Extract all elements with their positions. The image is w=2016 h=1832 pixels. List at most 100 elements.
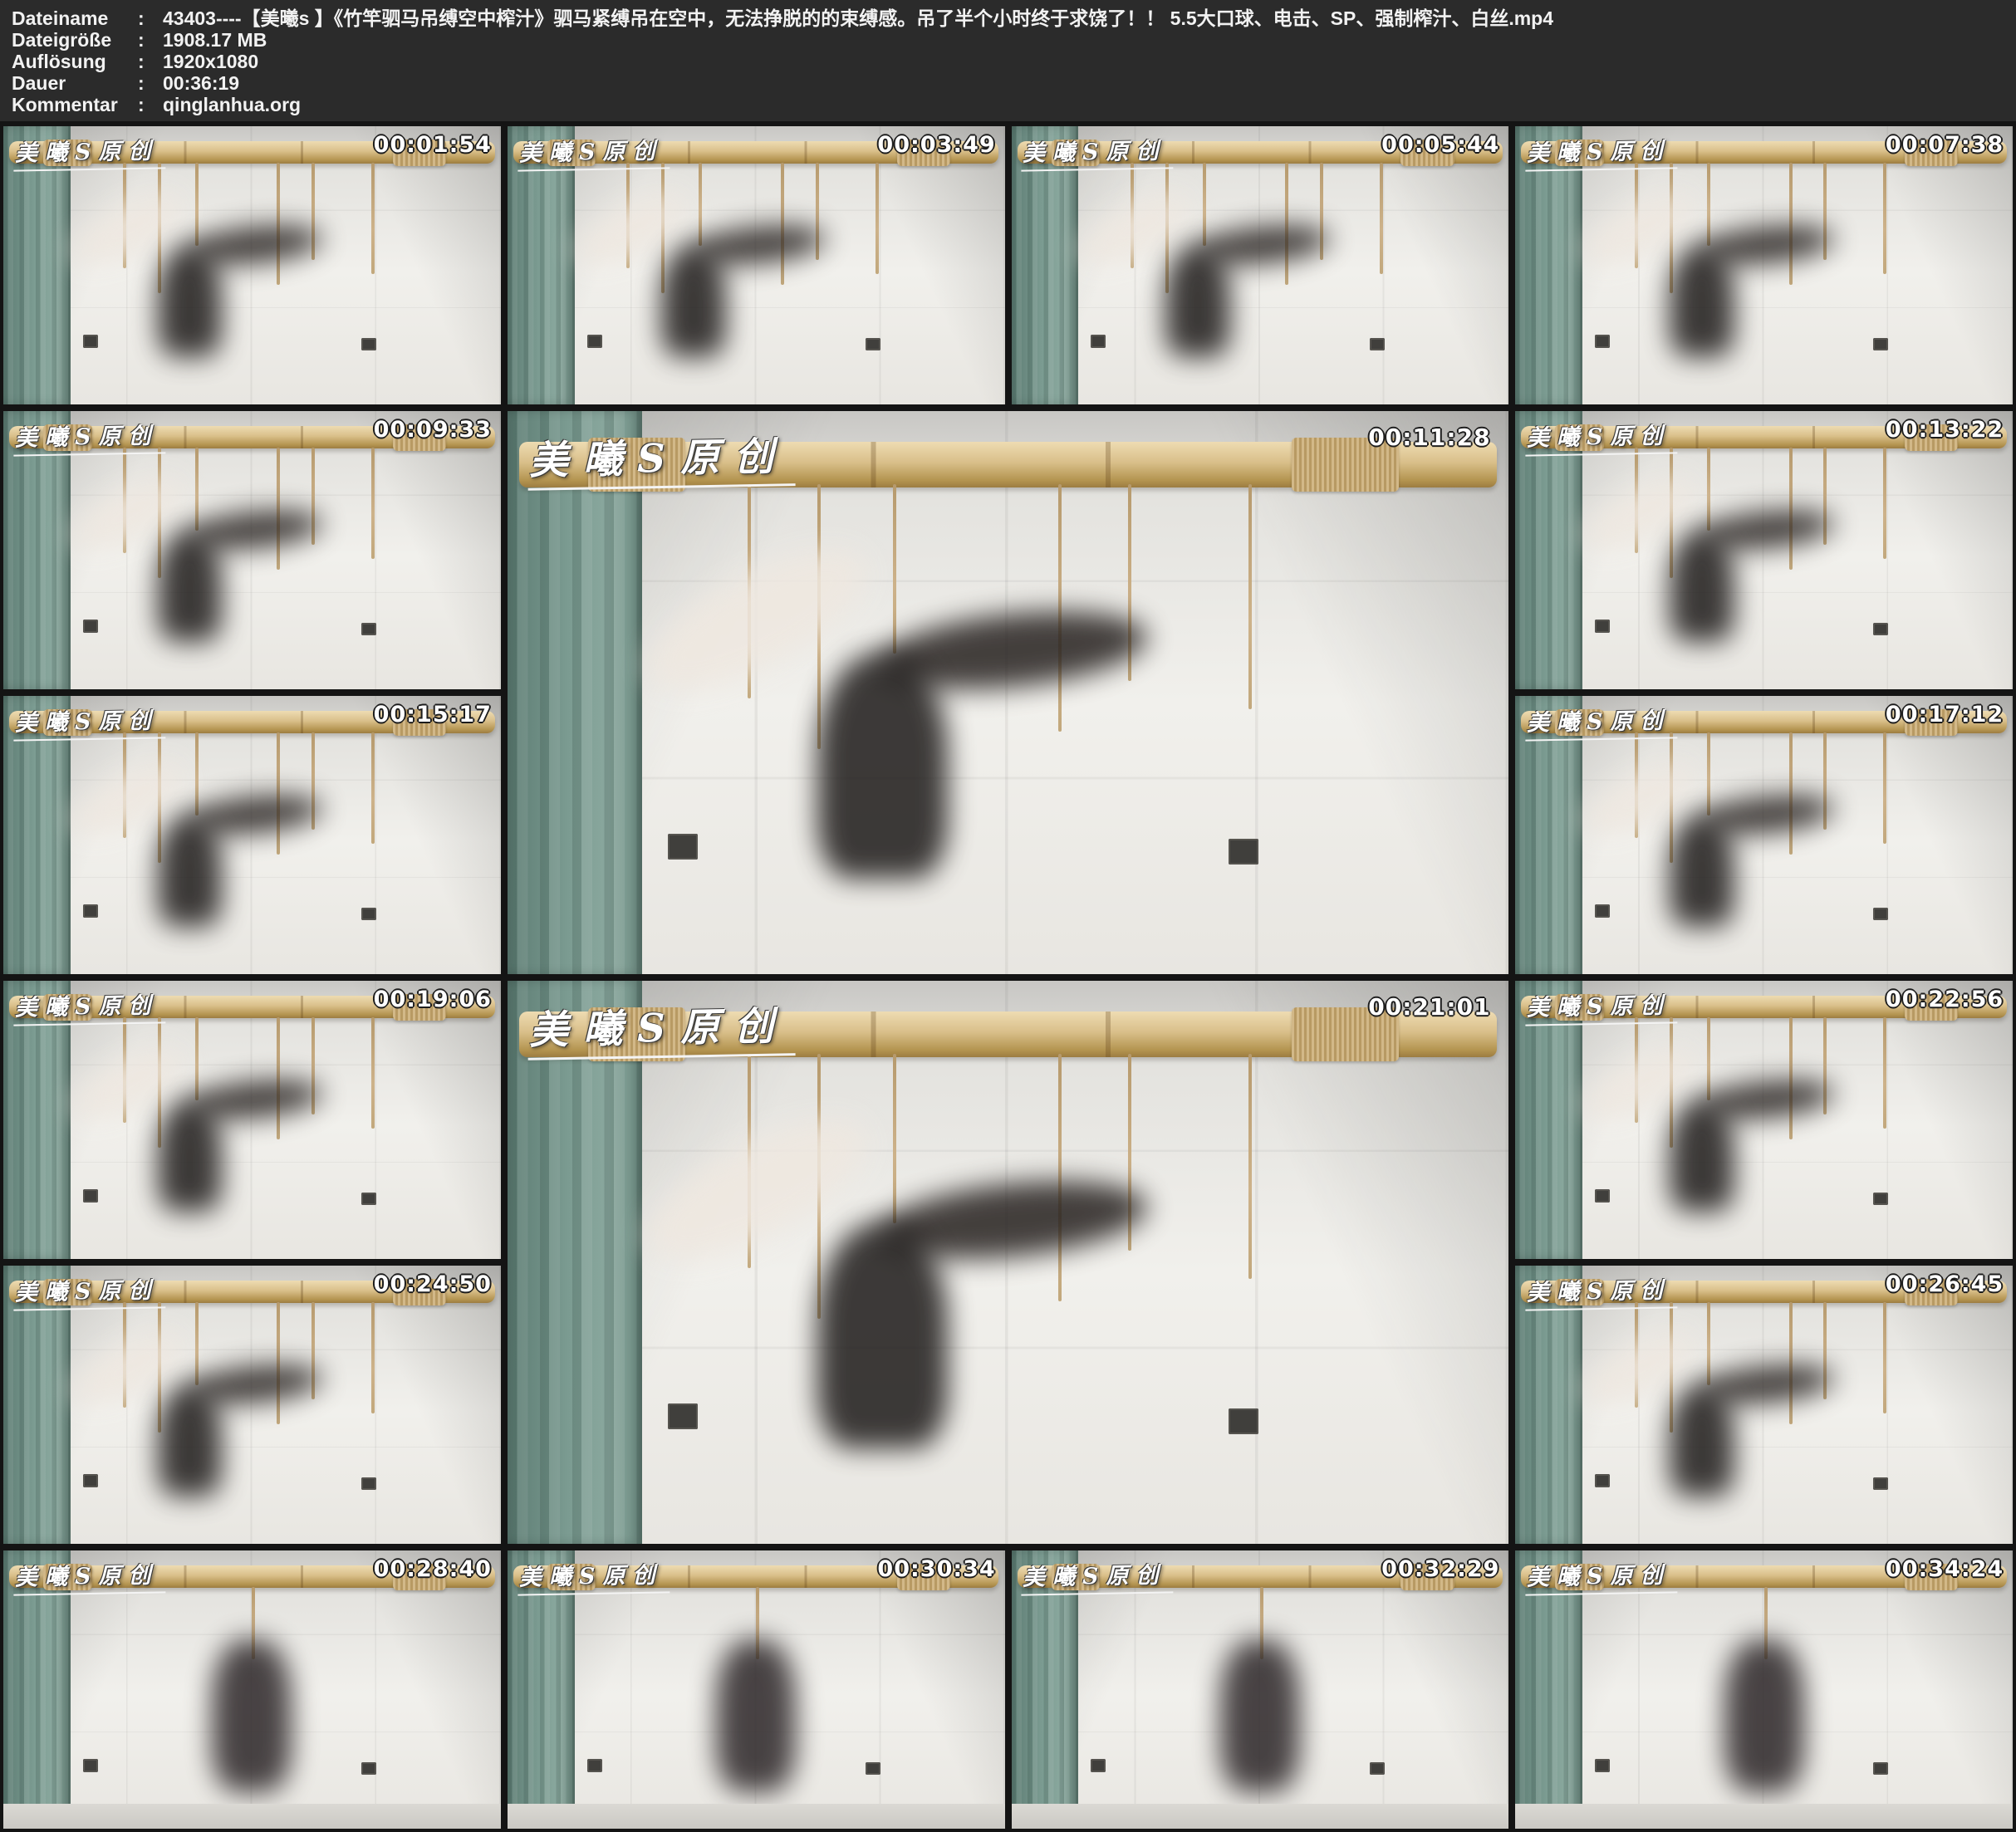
wall-outlet	[1873, 338, 1888, 350]
wall-outlet	[1595, 620, 1610, 632]
creator-watermark: 美曦S原创	[517, 132, 669, 171]
wall-outlet	[1595, 1474, 1610, 1487]
separator: :	[138, 51, 163, 72]
video-thumbnail: 美曦S原创 00:26:45	[1515, 1266, 2013, 1544]
timestamp-overlay: 00:32:29	[1381, 1556, 1499, 1582]
blurred-figure-shape	[158, 531, 223, 642]
wall-outlet	[1091, 335, 1106, 347]
creator-watermark: 美曦S原创	[527, 993, 795, 1061]
creator-watermark: 美曦S原创	[13, 987, 165, 1026]
wall-outlet	[866, 1762, 880, 1775]
hanging-rope	[371, 1017, 375, 1129]
blurred-figure-shape	[1670, 246, 1734, 357]
hanging-rope	[893, 1054, 896, 1222]
hanging-rope	[1883, 1017, 1886, 1129]
video-thumbnail: 美曦S原创 00:30:34	[508, 1550, 1005, 1829]
duration-label: Dauer	[12, 72, 138, 94]
timestamp-overlay: 00:24:50	[374, 1271, 492, 1297]
comment-value: qinglanhua.org	[163, 94, 2004, 115]
hanging-rope	[893, 484, 896, 653]
hanging-rope	[876, 163, 879, 274]
hanging-rope	[1248, 1054, 1252, 1279]
hanging-rope	[195, 732, 199, 816]
teal-curtain	[508, 981, 643, 1544]
timestamp-overlay: 00:19:06	[374, 987, 492, 1012]
wall-outlet	[361, 338, 376, 350]
timestamp-overlay: 00:05:44	[1381, 132, 1499, 158]
wall-outlet	[1873, 908, 1888, 920]
video-thumbnail: 美曦S原创 00:07:38	[1515, 126, 2013, 404]
blurred-figure-shape	[817, 1223, 948, 1448]
floor	[508, 1804, 1005, 1829]
hanging-rope	[371, 1302, 375, 1413]
hanging-rope	[1707, 163, 1710, 247]
creator-watermark: 美曦S原创	[13, 1271, 165, 1310]
hanging-rope	[1789, 1017, 1793, 1139]
timestamp-overlay: 00:28:40	[374, 1556, 492, 1582]
wall-outlet	[1370, 338, 1385, 350]
thumbnail-scene	[508, 981, 1509, 1544]
wall-outlet	[1229, 1408, 1258, 1434]
separator: :	[138, 94, 163, 115]
hanging-rope	[371, 163, 375, 274]
hanging-rope	[1789, 1302, 1793, 1424]
timestamp-overlay: 00:07:38	[1886, 132, 2004, 158]
hanging-rope	[277, 732, 280, 855]
resolution-label: Auflösung	[12, 51, 138, 72]
hanging-rope	[1058, 1054, 1062, 1301]
wall-outlet	[1595, 335, 1610, 347]
hanging-rope	[277, 1017, 280, 1139]
blurred-figure-shape	[716, 1639, 796, 1792]
hanging-rope	[195, 1017, 199, 1101]
timestamp-overlay: 00:11:28	[1368, 424, 1490, 451]
timestamp-overlay: 00:13:22	[1886, 417, 2004, 443]
file-info-row-filesize: Dateigröße : 1908.17 MB	[12, 29, 2004, 51]
wall-outlet	[668, 1403, 698, 1429]
hanging-rope	[1707, 732, 1710, 816]
creator-watermark: 美曦S原创	[1525, 987, 1677, 1026]
separator: :	[138, 29, 163, 51]
wall-outlet	[83, 1474, 98, 1487]
blurred-figure-shape	[158, 1100, 223, 1212]
floor	[1515, 1804, 2013, 1829]
filesize-label: Dateigröße	[12, 29, 138, 51]
hanging-rope	[195, 1302, 199, 1386]
creator-watermark: 美曦S原创	[1021, 1556, 1173, 1595]
filesize-value: 1908.17 MB	[163, 29, 2004, 51]
wall-outlet	[361, 1193, 376, 1205]
timestamp-overlay: 00:17:12	[1886, 702, 2004, 727]
wall-outlet	[361, 623, 376, 635]
creator-watermark: 美曦S原创	[527, 424, 795, 491]
video-thumbnail: 美曦S原创 00:34:24	[1515, 1550, 2013, 1829]
timestamp-overlay: 00:09:33	[374, 417, 492, 443]
wall-outlet	[1873, 623, 1888, 635]
blurred-figure-shape	[1165, 246, 1230, 357]
wall-outlet	[1370, 1762, 1385, 1775]
wall-outlet	[587, 1759, 602, 1771]
video-thumbnail: 美曦S原创 00:28:40	[3, 1550, 501, 1829]
video-thumbnail: 美曦S原创 00:13:22	[1515, 411, 2013, 689]
video-thumbnail: 美曦S原创 00:01:54	[3, 126, 501, 404]
file-info-row-resolution: Auflösung : 1920x1080	[12, 51, 2004, 72]
hanging-rope	[1883, 163, 1886, 274]
thumbnail-scene	[508, 411, 1509, 974]
hanging-rope	[1883, 732, 1886, 844]
timestamp-overlay: 00:01:54	[374, 132, 492, 158]
creator-watermark: 美曦S原创	[1525, 417, 1677, 456]
hanging-rope	[1058, 484, 1062, 732]
creator-watermark: 美曦S原创	[13, 1556, 165, 1595]
blurred-figure-shape	[158, 816, 223, 927]
hanging-rope	[277, 163, 280, 285]
timestamp-overlay: 00:34:24	[1886, 1556, 2004, 1582]
timestamp-overlay: 00:30:34	[877, 1556, 995, 1582]
hanging-rope	[195, 448, 199, 531]
teal-curtain	[508, 411, 643, 974]
hanging-rope	[1707, 448, 1710, 531]
separator: :	[138, 7, 163, 29]
timestamp-overlay: 00:21:01	[1368, 993, 1490, 1021]
wall-outlet	[83, 904, 98, 917]
wall-outlet	[1229, 839, 1258, 865]
wall-outlet	[361, 1477, 376, 1490]
hanging-rope	[277, 1302, 280, 1424]
timestamp-overlay: 00:03:49	[877, 132, 995, 158]
